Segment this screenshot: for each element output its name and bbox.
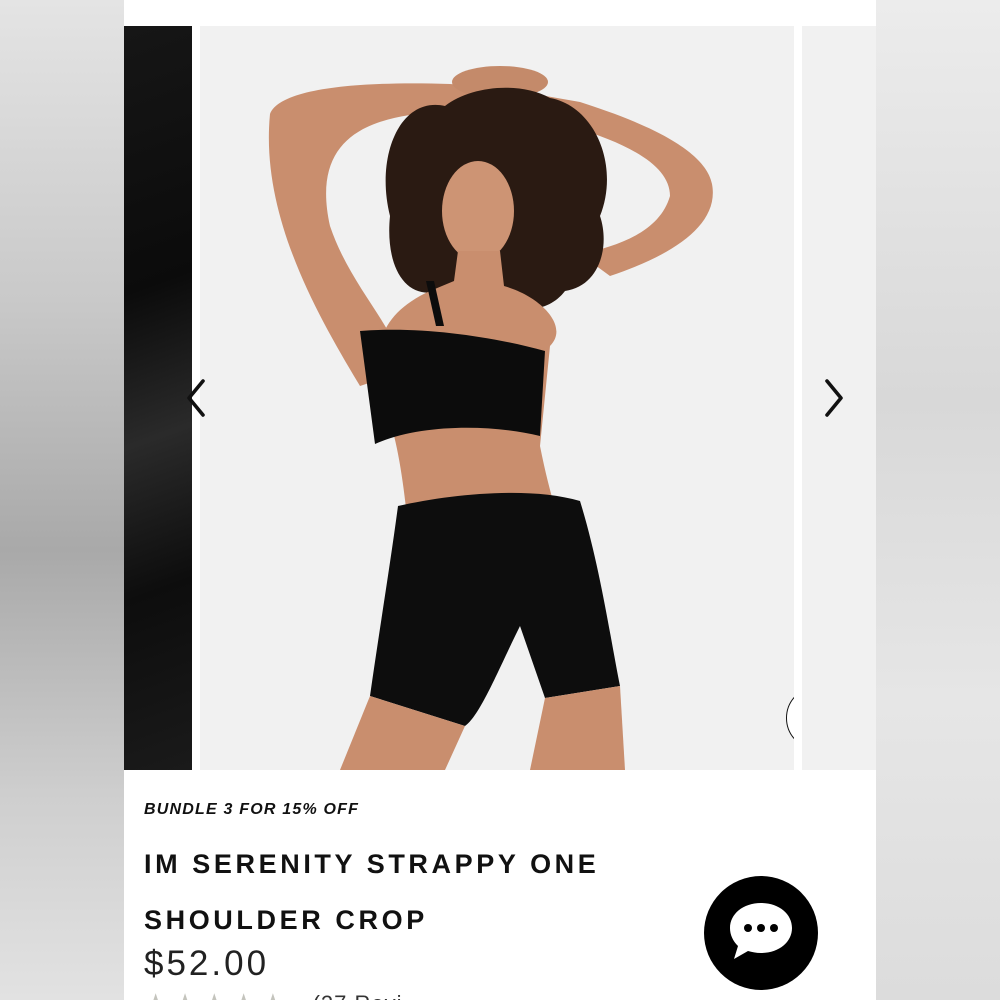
background-blur-left — [0, 0, 124, 1000]
promo-label: BUNDLE 3 FOR 15% OFF — [144, 801, 360, 818]
product-title-line-2: SHOULDER CROP — [144, 905, 428, 935]
product-title: IM SERENITY STRAPPY ONE SHOULDER CROP — [144, 836, 704, 948]
product-photo — [268, 66, 713, 770]
carousel-prev-button[interactable] — [176, 374, 216, 426]
chat-button[interactable] — [704, 876, 818, 990]
background-blur-right — [876, 0, 1000, 1000]
star-icon: ★ — [144, 988, 167, 1000]
product-page: BUNDLE 3 FOR 15% OFF IM SERENITY STRAPPY… — [124, 0, 876, 1000]
star-icon: ★ — [232, 988, 255, 1000]
product-title-line-1: IM SERENITY STRAPPY ONE — [144, 849, 600, 879]
carousel-slide-current[interactable] — [200, 26, 794, 770]
carousel-next-button[interactable] — [814, 374, 854, 426]
star-icon: ★ — [261, 988, 284, 1000]
star-icon: ★ — [173, 988, 196, 1000]
chevron-right-icon — [821, 377, 847, 424]
review-count[interactable]: (27 Revi — [313, 991, 403, 1000]
product-image-carousel[interactable] — [124, 26, 876, 770]
product-rating[interactable]: ★ ★ ★ ★ ★ (27 Revi — [144, 988, 402, 1000]
star-icon: ★ — [203, 988, 226, 1000]
chevron-left-icon — [183, 377, 209, 424]
product-price: $52.00 — [144, 944, 270, 983]
chat-bubble-icon — [726, 899, 796, 968]
